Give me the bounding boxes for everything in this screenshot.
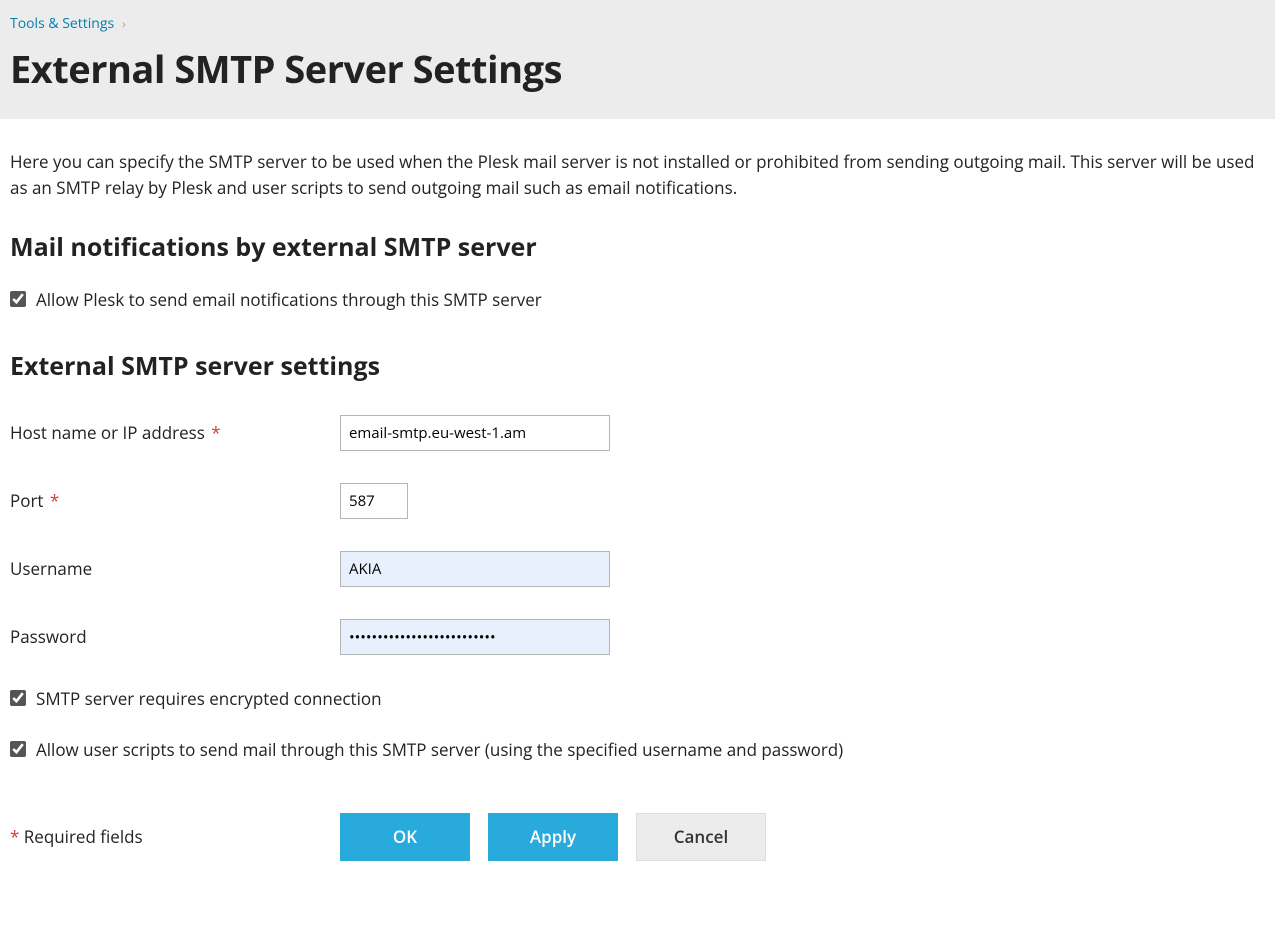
content-area: Here you can specify the SMTP server to …: [0, 119, 1275, 881]
required-fields-note: * Required fields: [10, 825, 340, 848]
button-group: OK Apply Cancel: [340, 813, 766, 861]
username-label: Username: [10, 557, 340, 580]
host-input[interactable]: [340, 415, 610, 451]
footer-row: * Required fields OK Apply Cancel: [10, 813, 1265, 861]
port-input[interactable]: [340, 483, 408, 519]
encrypted-row: SMTP server requires encrypted connectio…: [10, 687, 1265, 710]
encrypted-label: SMTP server requires encrypted connectio…: [36, 687, 382, 710]
breadcrumb: Tools & Settings ›: [10, 14, 1265, 33]
port-label: Port *: [10, 489, 340, 512]
apply-button[interactable]: Apply: [488, 813, 618, 861]
allow-notifications-label: Allow Plesk to send email notifications …: [36, 288, 542, 311]
port-row: Port *: [10, 483, 1265, 519]
page-title: External SMTP Server Settings: [10, 43, 1265, 95]
section-heading-notifications: Mail notifications by external SMTP serv…: [10, 230, 1265, 264]
host-label: Host name or IP address *: [10, 421, 340, 444]
page-header: Tools & Settings › External SMTP Server …: [0, 0, 1275, 119]
required-star-icon: *: [45, 489, 59, 512]
allow-scripts-checkbox[interactable]: [10, 741, 26, 757]
allow-notifications-checkbox[interactable]: [10, 291, 26, 307]
username-input[interactable]: [340, 551, 610, 587]
ok-button[interactable]: OK: [340, 813, 470, 861]
allow-notifications-row: Allow Plesk to send email notifications …: [10, 288, 1265, 311]
password-label: Password: [10, 625, 340, 648]
password-input[interactable]: [340, 619, 610, 655]
section-heading-smtp-settings: External SMTP server settings: [10, 349, 1265, 383]
allow-scripts-label: Allow user scripts to send mail through …: [36, 738, 843, 761]
password-row: Password: [10, 619, 1265, 655]
host-row: Host name or IP address *: [10, 415, 1265, 451]
required-star-icon: *: [10, 825, 19, 848]
required-star-icon: *: [207, 421, 221, 444]
chevron-right-icon: ›: [122, 15, 126, 32]
cancel-button[interactable]: Cancel: [636, 813, 766, 861]
allow-scripts-row: Allow user scripts to send mail through …: [10, 738, 1265, 761]
username-row: Username: [10, 551, 1265, 587]
breadcrumb-parent-link[interactable]: Tools & Settings: [10, 14, 114, 33]
encrypted-checkbox[interactable]: [10, 690, 26, 706]
page-description: Here you can specify the SMTP server to …: [10, 149, 1260, 202]
